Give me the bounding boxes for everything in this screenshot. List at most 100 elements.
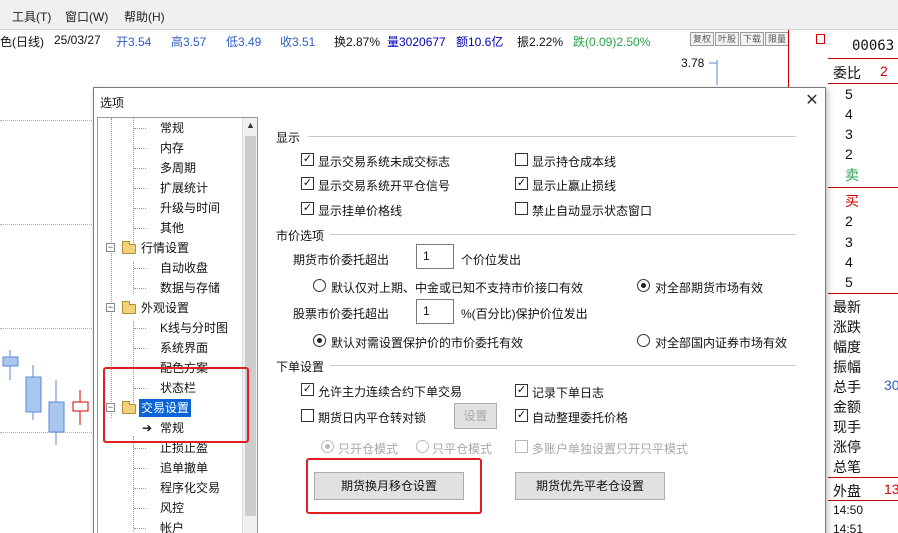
- adjust-button[interactable]: 复权: [690, 32, 714, 46]
- collapse-icon[interactable]: −: [106, 243, 115, 252]
- checkbox-show-signal[interactable]: ✓: [301, 177, 314, 190]
- tree-item-market-settings[interactable]: 行情设置: [141, 239, 189, 257]
- tree-item-program-trading[interactable]: 程序化交易: [160, 479, 220, 497]
- radio-stock-default[interactable]: [313, 334, 326, 347]
- label-show-signal: 显示交易系统开平仓信号: [318, 179, 451, 193]
- futures-ticks-unit: 个价位发出: [461, 253, 522, 267]
- radio-futures-default[interactable]: [313, 279, 326, 292]
- scroll-thumb[interactable]: [245, 136, 256, 516]
- close-icon[interactable]: ✕: [802, 92, 822, 112]
- divider: [828, 83, 898, 84]
- label-stock-default: 默认对需设置保护价的市价委托有效: [331, 336, 524, 350]
- download-button[interactable]: 下载: [740, 32, 764, 46]
- radio-stock-all[interactable]: [637, 334, 650, 347]
- tree-item-upgrade-time[interactable]: 升级与时间: [160, 199, 220, 217]
- checkbox-show-cost-line[interactable]: [515, 153, 528, 166]
- tree-item-appearance[interactable]: 外观设置: [141, 299, 189, 317]
- tree-item-account[interactable]: 帐户: [160, 519, 184, 533]
- radio-only-close[interactable]: [416, 440, 429, 453]
- tree-item-chase-cancel[interactable]: 追单撤单: [160, 459, 208, 477]
- section-display: 显示: [276, 131, 301, 145]
- menu-tools[interactable]: 工具(T): [12, 8, 51, 25]
- radio-futures-all[interactable]: [637, 279, 650, 292]
- period-label: 色(日线): [0, 35, 44, 49]
- checkbox-disable-status-window[interactable]: [515, 202, 528, 215]
- sell-level: 5: [845, 86, 853, 102]
- label-show-order-line: 显示挂单价格线: [318, 204, 403, 218]
- tick-time: 14:51: [833, 522, 864, 533]
- change: 跌(0.09)2.50%: [573, 35, 651, 49]
- tree-scrollbar[interactable]: ▲: [242, 118, 257, 533]
- commission-ratio-value: 2: [880, 63, 888, 79]
- tree-item-other[interactable]: 其他: [160, 219, 184, 237]
- futures-ticks-input[interactable]: 1: [416, 244, 454, 269]
- sell-level: 2: [845, 146, 853, 162]
- label-show-cost-line: 显示持仓成本线: [532, 155, 617, 169]
- limit-button[interactable]: 限量: [765, 32, 789, 46]
- label-futures-default: 默认仅对上期、中金或已知不支持市价接口有效: [331, 281, 584, 295]
- turnover-rate: 换2.87%: [334, 35, 381, 49]
- tree-item-multi-period[interactable]: 多周期: [160, 159, 196, 177]
- commission-ratio-label: 委比: [833, 65, 861, 81]
- sell-level: 3: [845, 126, 853, 142]
- dialog-title: 选项: [100, 96, 125, 110]
- stat-label: 金额: [833, 399, 861, 415]
- checkbox-show-unfilled[interactable]: ✓: [301, 153, 314, 166]
- menu-bar: 工具(T) 窗口(W) 帮助(H): [0, 0, 898, 30]
- tree-item-general[interactable]: 常规: [160, 119, 184, 137]
- volume: 量3020677: [387, 35, 446, 49]
- highlight-box: [306, 458, 482, 514]
- stock-percent-unit: %(百分比)保护价位发出: [461, 307, 588, 321]
- collapse-icon[interactable]: −: [106, 303, 115, 312]
- divider: [828, 500, 898, 501]
- sell-label: 卖: [845, 167, 859, 183]
- stock-percent-input[interactable]: 1: [416, 299, 454, 324]
- tree-item-data-storage[interactable]: 数据与存储: [160, 279, 220, 297]
- checkbox-record-log[interactable]: ✓: [515, 384, 528, 397]
- checkbox-allow-main-contract[interactable]: ✓: [301, 383, 314, 396]
- tree-item-memory[interactable]: 内存: [160, 139, 184, 157]
- scroll-up-icon[interactable]: ▲: [243, 120, 257, 134]
- stat-label: 振幅: [833, 359, 861, 375]
- menu-help[interactable]: 帮助(H): [124, 8, 165, 25]
- close-price: 收3.51: [280, 35, 316, 49]
- checkbox-multi-account[interactable]: [515, 440, 528, 453]
- tree-item-system-ui[interactable]: 系统界面: [160, 339, 208, 357]
- checkbox-show-order-line[interactable]: ✓: [301, 202, 314, 215]
- tree-item-auto-close[interactable]: 自动收盘: [160, 259, 208, 277]
- tree-item-kline-timeshare[interactable]: K线与分时图: [160, 319, 228, 337]
- divider: [828, 58, 898, 59]
- checkbox-show-stop-line[interactable]: ✓: [515, 177, 528, 190]
- checkbox-intraday-lock[interactable]: [301, 409, 314, 422]
- stat-label: 总手: [833, 379, 861, 395]
- divider: [828, 477, 898, 478]
- tree-item-ext-stats[interactable]: 扩展统计: [160, 179, 208, 197]
- radio-only-open[interactable]: [321, 440, 334, 453]
- label-record-log: 记录下单日志: [532, 386, 605, 400]
- stat-label: 幅度: [833, 339, 861, 355]
- tree-item-risk-control[interactable]: 风控: [160, 499, 184, 517]
- divider: [330, 365, 796, 366]
- label-auto-tidy-price: 自动整理委托价格: [532, 411, 629, 425]
- settings-tree[interactable]: 常规 内存 多周期 扩展统计 升级与时间 其他 − 行情设置 自动收盘 数据与存…: [97, 117, 258, 533]
- label-multi-account: 多账户单独设置只开只平模式: [532, 442, 689, 456]
- lock-settings-button[interactable]: 设置: [454, 403, 497, 429]
- sell-level: 4: [845, 106, 853, 122]
- checkbox-auto-tidy-price[interactable]: ✓: [515, 409, 528, 422]
- total-hands-value: 30: [884, 377, 898, 393]
- label-disable-status-window: 禁止自动显示状态窗口: [532, 204, 653, 218]
- label-intraday-lock: 期货日内平仓转对锁: [318, 411, 427, 425]
- stat-label: 涨跌: [833, 319, 861, 335]
- amplitude: 振2.22%: [517, 35, 564, 49]
- low-price: 低3.49: [226, 35, 262, 49]
- divider: [828, 293, 898, 294]
- buy-level: 3: [845, 234, 853, 250]
- seg-button[interactable]: 叶股: [715, 32, 739, 46]
- menu-window[interactable]: 窗口(W): [65, 8, 108, 25]
- open-price: 开3.54: [116, 35, 152, 49]
- amount: 额10.6亿: [456, 35, 504, 49]
- futures-close-old-button[interactable]: 期货优先平老仓设置: [515, 472, 665, 500]
- folder-icon: [122, 301, 136, 314]
- stat-label: 最新: [833, 299, 861, 315]
- panel-toggle-icon[interactable]: [816, 34, 825, 44]
